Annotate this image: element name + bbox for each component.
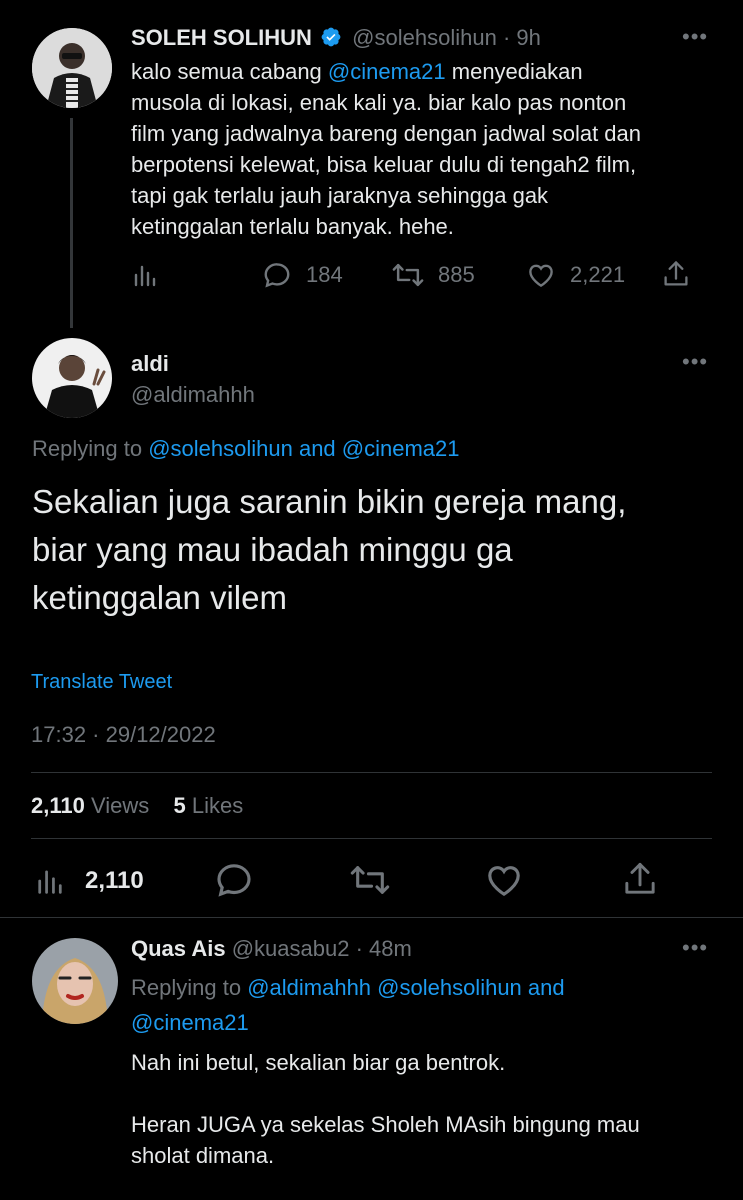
verified-badge-icon bbox=[320, 26, 342, 55]
analytics-button[interactable] bbox=[131, 261, 159, 289]
more-icon[interactable]: ••• bbox=[682, 937, 708, 959]
tweet-text: Nah ini betul, sekalian biar ga bentrok.… bbox=[131, 1050, 640, 1168]
share-button[interactable] bbox=[662, 259, 690, 289]
views-count: 2,110 bbox=[85, 867, 144, 894]
likes-stat[interactable]: 5 Likes bbox=[174, 793, 244, 818]
tweet-text: Sekalian juga saranin bikin gereja mang,… bbox=[32, 483, 627, 616]
mention-links[interactable]: @aldimahhh @solehsolihun and bbox=[247, 975, 564, 1000]
mention-link[interactable]: @cinema21 bbox=[131, 1010, 249, 1035]
mention-link[interactable]: @cinema21 bbox=[328, 59, 446, 84]
like-button[interactable] bbox=[484, 860, 524, 900]
author-handle[interactable]: @kuasabu2 bbox=[232, 936, 350, 961]
retweet-icon bbox=[350, 861, 390, 899]
divider bbox=[0, 917, 743, 918]
avatar-soleh[interactable] bbox=[32, 28, 112, 108]
share-button[interactable] bbox=[622, 860, 658, 898]
author-name[interactable]: Quas Ais bbox=[131, 936, 226, 961]
more-icon[interactable]: ••• bbox=[682, 351, 708, 373]
retweet-button[interactable]: 885 bbox=[392, 260, 475, 290]
like-count: 2,221 bbox=[570, 262, 626, 287]
mention-link[interactable]: @solehsolihun bbox=[148, 436, 293, 461]
author-handle[interactable]: @aldimahhh bbox=[131, 381, 255, 409]
replying-to: Replying to @solehsolihun and @cinema21 bbox=[32, 436, 460, 461]
analytics-icon bbox=[33, 865, 67, 897]
replying-to: Replying to @aldimahhh @solehsolihun and… bbox=[131, 975, 565, 1035]
reply-button[interactable]: 184 bbox=[262, 260, 343, 290]
reply-count: 184 bbox=[306, 262, 343, 287]
views-stat[interactable]: 2,110 Views bbox=[31, 793, 149, 818]
reply-button[interactable] bbox=[214, 860, 254, 900]
reply-icon bbox=[262, 260, 292, 290]
avatar-aldi[interactable] bbox=[32, 338, 112, 418]
author-name[interactable]: SOLEH SOLIHUN bbox=[131, 25, 312, 50]
tweet-text: kalo semua cabang @cinema21 menyediakan … bbox=[131, 59, 642, 239]
tweet-timestamp[interactable]: 17:32 · 29/12/2022 bbox=[31, 721, 216, 749]
like-icon bbox=[526, 260, 556, 290]
analytics-button[interactable]: 2,110 bbox=[33, 865, 144, 897]
divider bbox=[31, 772, 712, 773]
mention-link[interactable]: @cinema21 bbox=[342, 436, 460, 461]
retweet-icon bbox=[392, 260, 424, 290]
retweet-button[interactable] bbox=[350, 861, 390, 899]
author-name[interactable]: aldi bbox=[131, 350, 169, 378]
reply-icon bbox=[214, 860, 254, 900]
share-icon bbox=[622, 860, 658, 898]
analytics-icon bbox=[131, 261, 159, 289]
more-icon[interactable]: ••• bbox=[682, 26, 708, 48]
tweet-stats: 2,110 Views 5 Likes bbox=[31, 792, 243, 820]
author-handle[interactable]: @solehsolihun bbox=[352, 25, 497, 50]
like-icon bbox=[484, 860, 524, 900]
avatar-quas-ais[interactable] bbox=[32, 938, 118, 1024]
retweet-count: 885 bbox=[438, 262, 475, 287]
thread-line bbox=[70, 118, 73, 328]
share-icon bbox=[662, 259, 690, 289]
tweet-time[interactable]: · 48m bbox=[356, 936, 412, 961]
divider bbox=[31, 838, 712, 839]
tweet-time[interactable]: · 9h bbox=[503, 25, 541, 50]
translate-tweet-link[interactable]: Translate Tweet bbox=[31, 669, 172, 695]
like-button[interactable]: 2,221 bbox=[526, 260, 625, 290]
